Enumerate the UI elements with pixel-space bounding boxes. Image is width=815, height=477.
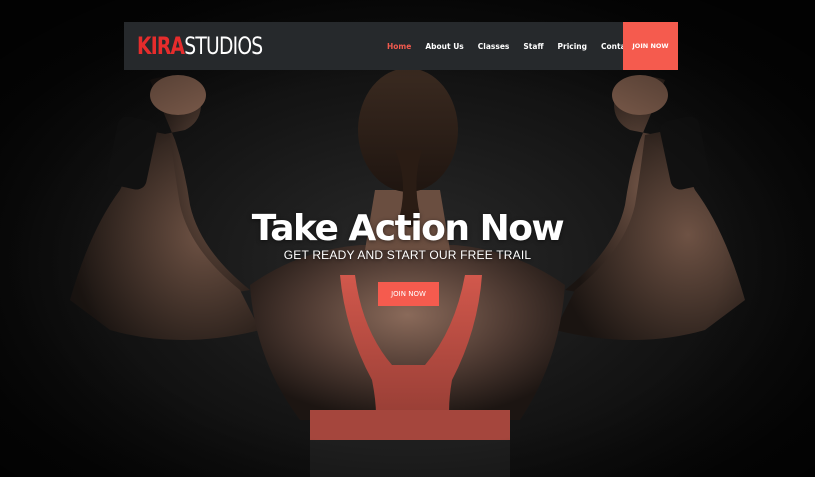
nav-classes[interactable]: Classes [478, 42, 510, 51]
nav-pricing[interactable]: Pricing [558, 42, 588, 51]
hero-headline: Take Action Now [251, 208, 565, 249]
logo-kira: KIRA [137, 32, 185, 60]
brand-logo[interactable]: KIRA STUDIOS [137, 32, 263, 60]
nav-menu: Home About Us Classes Staff Pricing Cont… [387, 22, 661, 70]
nav-join-now-button[interactable]: JOIN NOW [623, 22, 678, 70]
nav-home[interactable]: Home [387, 42, 411, 51]
hero-subline: GET READY AND START OUR FREE TRAIL [283, 248, 532, 262]
nav-about-us[interactable]: About Us [425, 42, 463, 51]
nav-staff[interactable]: Staff [523, 42, 543, 51]
top-navbar: KIRA STUDIOS Home About Us Classes Staff … [124, 22, 678, 70]
logo-studios: STUDIOS [184, 32, 263, 60]
hero-section: KIRA STUDIOS Home About Us Classes Staff … [0, 0, 815, 477]
hero-join-now-button[interactable]: JOIN NOW [378, 282, 439, 306]
